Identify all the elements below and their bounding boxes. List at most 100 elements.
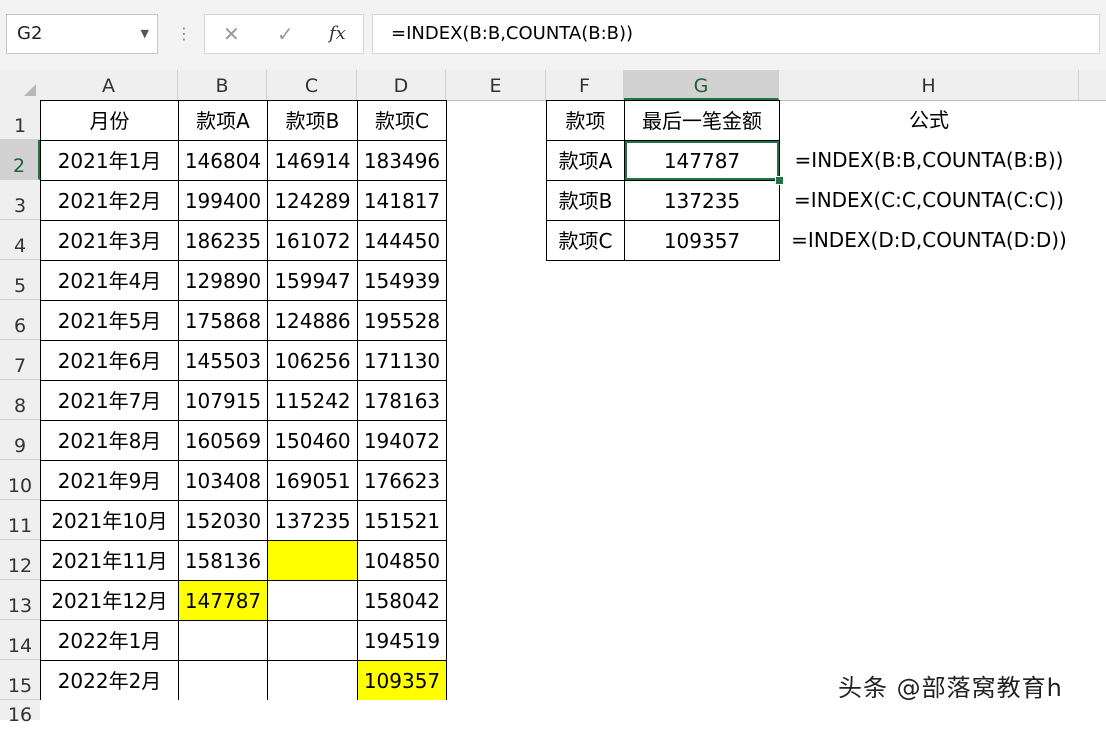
- formula-text-cell[interactable]: =INDEX(C:C,COUNTA(C:C)): [779, 180, 1079, 220]
- month-cell[interactable]: 2022年2月: [40, 660, 179, 701]
- amount-cell[interactable]: 199400: [178, 180, 268, 221]
- amount-cell[interactable]: [267, 540, 358, 581]
- amount-cell[interactable]: 137235: [267, 500, 358, 541]
- amount-cell[interactable]: 169051: [267, 460, 358, 501]
- amount-cell[interactable]: 161072: [267, 220, 358, 261]
- formula-input[interactable]: =INDEX(B:B,COUNTA(B:B)): [372, 14, 1100, 54]
- month-cell[interactable]: 2021年9月: [40, 460, 179, 501]
- amount-cell[interactable]: [267, 620, 358, 661]
- row-header-11[interactable]: 11: [0, 500, 40, 540]
- amount-cell[interactable]: 107915: [178, 380, 268, 421]
- formula-text-cell[interactable]: =INDEX(D:D,COUNTA(D:D)): [779, 220, 1079, 260]
- amount-cell[interactable]: 176623: [357, 460, 447, 501]
- amount-cell[interactable]: 152030: [178, 500, 268, 541]
- row-header-15[interactable]: 15: [0, 660, 40, 700]
- column-header-d[interactable]: D: [357, 70, 446, 100]
- amount-cell[interactable]: 124289: [267, 180, 358, 221]
- lookup-header-cell[interactable]: 最后一笔金额: [624, 100, 780, 141]
- amount-cell[interactable]: 151521: [357, 500, 447, 541]
- cancel-icon[interactable]: ✕: [223, 15, 240, 53]
- month-cell[interactable]: 2021年11月: [40, 540, 179, 581]
- amount-cell[interactable]: 141817: [357, 180, 447, 221]
- amount-cell[interactable]: 103408: [178, 460, 268, 501]
- lookup-item-cell[interactable]: 款项C: [546, 220, 625, 261]
- amount-cell[interactable]: 146804: [178, 140, 268, 181]
- header-cell[interactable]: 月份: [40, 100, 179, 141]
- lookup-value-cell[interactable]: 137235: [624, 180, 780, 221]
- amount-cell[interactable]: 158042: [357, 580, 447, 621]
- amount-cell[interactable]: 175868: [178, 300, 268, 341]
- column-header-g[interactable]: G: [624, 70, 779, 100]
- month-cell[interactable]: 2021年2月: [40, 180, 179, 221]
- month-cell[interactable]: 2021年8月: [40, 420, 179, 461]
- header-cell[interactable]: 款项A: [178, 100, 268, 141]
- amount-cell[interactable]: 144450: [357, 220, 447, 261]
- row-header-6[interactable]: 6: [0, 300, 40, 340]
- header-cell[interactable]: 款项B: [267, 100, 358, 141]
- column-header-h[interactable]: H: [779, 70, 1079, 100]
- header-cell[interactable]: 款项C: [357, 100, 447, 141]
- amount-cell[interactable]: 124886: [267, 300, 358, 341]
- column-header-b[interactable]: B: [178, 70, 267, 100]
- amount-cell[interactable]: [267, 580, 358, 621]
- amount-cell[interactable]: 186235: [178, 220, 268, 261]
- month-cell[interactable]: 2021年4月: [40, 260, 179, 301]
- name-box[interactable]: G2 ▼: [6, 14, 158, 54]
- month-cell[interactable]: 2021年12月: [40, 580, 179, 621]
- month-cell[interactable]: 2021年7月: [40, 380, 179, 421]
- column-header-c[interactable]: C: [267, 70, 357, 100]
- month-cell[interactable]: 2021年5月: [40, 300, 179, 341]
- row-header-9[interactable]: 9: [0, 420, 40, 460]
- row-header-2[interactable]: 2: [0, 140, 40, 180]
- fill-handle[interactable]: [775, 176, 784, 185]
- row-header-1[interactable]: 1: [0, 100, 40, 140]
- row-header-8[interactable]: 8: [0, 380, 40, 420]
- formula-header-cell[interactable]: 公式: [779, 100, 1079, 140]
- month-cell[interactable]: 2021年10月: [40, 500, 179, 541]
- amount-cell[interactable]: 195528: [357, 300, 447, 341]
- amount-cell[interactable]: 129890: [178, 260, 268, 301]
- row-header-10[interactable]: 10: [0, 460, 40, 500]
- amount-cell[interactable]: 154939: [357, 260, 447, 301]
- row-header-7[interactable]: 7: [0, 340, 40, 380]
- row-header-13[interactable]: 13: [0, 580, 40, 620]
- amount-cell[interactable]: 147787: [178, 580, 268, 621]
- month-cell[interactable]: 2021年1月: [40, 140, 179, 181]
- amount-cell[interactable]: 158136: [178, 540, 268, 581]
- amount-cell[interactable]: 159947: [267, 260, 358, 301]
- amount-cell[interactable]: 183496: [357, 140, 447, 181]
- row-header-16[interactable]: 16: [0, 700, 40, 726]
- row-header-5[interactable]: 5: [0, 260, 40, 300]
- amount-cell[interactable]: 146914: [267, 140, 358, 181]
- lookup-item-cell[interactable]: 款项B: [546, 180, 625, 221]
- amount-cell[interactable]: [267, 660, 358, 701]
- amount-cell[interactable]: 171130: [357, 340, 447, 381]
- amount-cell[interactable]: 145503: [178, 340, 268, 381]
- amount-cell[interactable]: [178, 620, 268, 661]
- amount-cell[interactable]: 194072: [357, 420, 447, 461]
- insert-function-icon[interactable]: fx: [329, 15, 346, 53]
- lookup-item-cell[interactable]: 款项A: [546, 140, 625, 181]
- enter-icon[interactable]: ✓: [277, 15, 294, 53]
- amount-cell[interactable]: [178, 660, 268, 701]
- select-all-corner[interactable]: [0, 70, 40, 100]
- amount-cell[interactable]: 178163: [357, 380, 447, 421]
- amount-cell[interactable]: 109357: [357, 660, 447, 701]
- amount-cell[interactable]: 194519: [357, 620, 447, 661]
- row-header-4[interactable]: 4: [0, 220, 40, 260]
- formula-text-cell[interactable]: =INDEX(B:B,COUNTA(B:B)): [779, 140, 1079, 180]
- amount-cell[interactable]: 104850: [357, 540, 447, 581]
- more-options-icon[interactable]: ⋮: [176, 22, 192, 46]
- column-header-e[interactable]: E: [446, 70, 546, 100]
- row-header-12[interactable]: 12: [0, 540, 40, 580]
- chevron-down-icon[interactable]: ▼: [141, 15, 149, 53]
- lookup-value-cell[interactable]: 109357: [624, 220, 780, 261]
- row-header-14[interactable]: 14: [0, 620, 40, 660]
- lookup-header-cell[interactable]: 款项: [546, 100, 625, 141]
- month-cell[interactable]: 2021年6月: [40, 340, 179, 381]
- month-cell[interactable]: 2022年1月: [40, 620, 179, 661]
- amount-cell[interactable]: 115242: [267, 380, 358, 421]
- amount-cell[interactable]: 106256: [267, 340, 358, 381]
- column-header-f[interactable]: F: [546, 70, 624, 100]
- month-cell[interactable]: 2021年3月: [40, 220, 179, 261]
